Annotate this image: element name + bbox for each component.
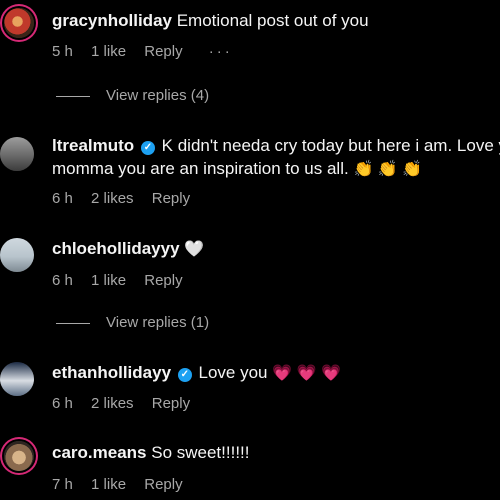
username[interactable]: gracynholliday: [52, 11, 172, 30]
comment-text: Emotional post out of you: [176, 11, 369, 30]
timestamp: 5 h: [52, 43, 73, 60]
timestamp: 6 h: [52, 190, 73, 207]
avatar[interactable]: [0, 362, 34, 396]
username[interactable]: ltrealmuto: [52, 136, 134, 155]
likes-count[interactable]: 1 like: [91, 43, 126, 60]
likes-count[interactable]: 1 like: [91, 272, 126, 289]
timestamp: 7 h: [52, 476, 73, 493]
avatar[interactable]: [4, 441, 34, 471]
divider: [56, 95, 90, 97]
reply-button[interactable]: Reply: [152, 395, 190, 412]
username[interactable]: ethanhollidayy: [52, 363, 171, 382]
comment-text: Love you: [198, 363, 268, 382]
divider: [56, 322, 90, 324]
comment-text-line1: K didn't needa cry today but here i am. …: [161, 136, 500, 155]
avatar[interactable]: [0, 137, 34, 171]
reply-button[interactable]: Reply: [152, 190, 190, 207]
verified-badge-icon: ✓: [177, 368, 192, 382]
reply-button[interactable]: Reply: [144, 476, 182, 493]
timestamp: 6 h: [52, 395, 73, 412]
comment-text-line2: momma you are an inspiration to us all.: [52, 159, 349, 178]
likes-count[interactable]: 2 likes: [91, 395, 134, 412]
comment-text: So sweet!!!!!!: [151, 443, 250, 462]
view-replies-button[interactable]: View replies (4): [56, 87, 209, 104]
verified-badge-icon: ✓: [140, 141, 155, 155]
pink-heart-icon: 💗 💗 💗: [272, 365, 341, 382]
more-options-icon[interactable]: ···: [209, 43, 233, 60]
username[interactable]: chloehollidayyy: [52, 239, 180, 258]
username[interactable]: caro.means: [52, 443, 147, 462]
avatar[interactable]: [4, 8, 34, 38]
view-replies-label: View replies (4): [106, 87, 210, 104]
view-replies-button[interactable]: View replies (1): [56, 314, 209, 331]
reply-button[interactable]: Reply: [144, 272, 182, 289]
reply-button[interactable]: Reply: [144, 43, 182, 60]
timestamp: 6 h: [52, 272, 73, 289]
avatar[interactable]: [0, 238, 34, 272]
view-replies-label: View replies (1): [106, 314, 210, 331]
clapping-hands-icon: 👏 👏 👏: [353, 161, 423, 178]
likes-count[interactable]: 1 like: [91, 476, 126, 493]
likes-count[interactable]: 2 likes: [91, 190, 134, 207]
white-heart-icon: 🤍: [184, 241, 205, 258]
